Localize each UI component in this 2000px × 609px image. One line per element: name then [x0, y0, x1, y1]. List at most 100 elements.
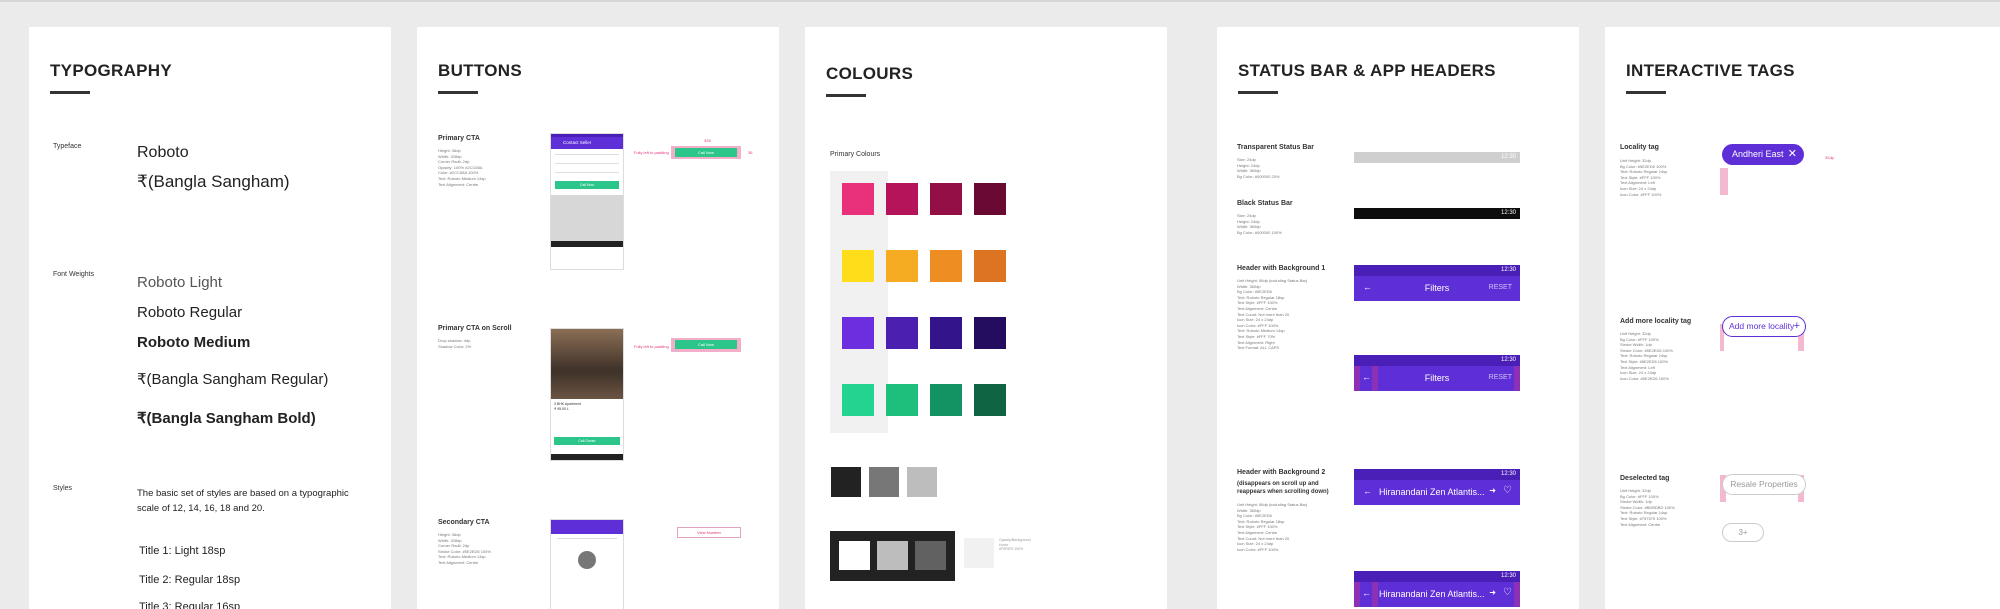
status-time: 12:30 [1354, 571, 1520, 582]
style-title-2: Title 2: Regular 18sp [139, 574, 241, 586]
styles-label: Styles [53, 485, 73, 492]
phone-mockup-scroll: 3 BHK Apartment ₹ 95.00 L Call Owner [550, 328, 624, 461]
primary-cta-label: Primary CTA [438, 135, 480, 142]
header-bg1-label: Header with Background 1 [1237, 265, 1326, 272]
plus-icon[interactable]: + [1794, 317, 1800, 336]
add-more-label: Add more locality tag [1620, 318, 1692, 325]
phone-mockup-secondary [550, 519, 624, 609]
title-underline [1626, 91, 1666, 94]
secondary-cta-specs: Height: 36dp Width: 328dp Corner Radii: … [438, 532, 491, 565]
add-more-text: Add more locality [1729, 321, 1795, 331]
reset-button[interactable]: RESET [1489, 284, 1512, 291]
contact-seller-header: Contact Seller [551, 137, 623, 149]
styles-description: The basic set of styles are based on a t… [137, 488, 349, 514]
weight-bangla-regular: ₹(Bangla Sangham Regular) [137, 371, 329, 388]
title-underline [50, 91, 90, 94]
spacing-marker [1720, 168, 1728, 195]
header-title: Hiranandani Zen Atlantis... [1379, 487, 1485, 497]
call-now-button[interactable]: Call Now [555, 181, 619, 189]
transparent-status-label: Transparent Status Bar [1237, 144, 1315, 151]
locality-tag[interactable]: Andheri East ✕ [1722, 144, 1804, 165]
colours-panel: COLOURS Primary Colours Opacity/Backgrou… [805, 27, 1167, 609]
typeface-roboto: Roboto [137, 144, 189, 161]
colour-swatch [930, 250, 962, 282]
panel-title: STATUS BAR & APP HEADERS [1238, 61, 1496, 80]
transparent-status-specs: Size: 24dp Height: 24dp Width: 360dp Bg … [1237, 157, 1280, 179]
close-icon[interactable]: ✕ [1788, 144, 1797, 165]
panel-title: BUTTONS [438, 61, 522, 80]
deselected-specs: Unit Height: 32dp Bg Color: #FFF 100% St… [1620, 488, 1675, 527]
title-underline [826, 94, 866, 97]
black-status-bar: 12:30 [1354, 208, 1520, 219]
call-owner-button[interactable]: Call Owner [554, 437, 620, 445]
panel-title: COLOURS [826, 64, 914, 83]
colour-swatch [842, 250, 874, 282]
locality-tag-label: Locality tag [1620, 144, 1659, 151]
view-number-spec-button[interactable]: View Number [677, 527, 741, 538]
white-on-dark-sample [830, 531, 955, 581]
colour-swatch [974, 183, 1006, 215]
listing-text: 3 BHK Apartment ₹ 95.00 L [554, 402, 582, 411]
heart-icon[interactable]: ♡ [1503, 587, 1512, 598]
weight-regular: Roboto Regular [137, 304, 243, 321]
buttons-panel: BUTTONS Primary CTA Height: 36dp Width: … [417, 27, 779, 609]
reset-button[interactable]: RESET [1489, 374, 1512, 381]
status-time: 12:30 [1354, 355, 1520, 366]
light-grey-swatch [964, 538, 994, 568]
title-underline [438, 91, 478, 94]
deselected-tag[interactable]: Resale Properties [1722, 474, 1806, 495]
style-title-3: Title 3: Regular 16sp [139, 601, 241, 609]
top-divider [0, 0, 2000, 2]
padding-note: Fully left to padding [634, 150, 669, 155]
status-time: 12:30 [1500, 154, 1516, 160]
title-underline [1238, 91, 1278, 94]
add-more-tag[interactable]: Add more locality + [1722, 316, 1806, 337]
call-now-spec-button[interactable]: Call Now [675, 148, 737, 157]
secondary-cta-label: Secondary CTA [438, 519, 490, 526]
typeface-label: Typeface [53, 143, 82, 150]
header-project-annotated: 12:30 ← Hiranandani Zen Atlantis... ➜ ♡ [1354, 571, 1520, 607]
panel-title: TYPOGRAPHY [50, 61, 173, 80]
grey-swatch [907, 467, 937, 497]
typography-panel: TYPOGRAPHY Typeface Roboto ₹(Bangla Sang… [29, 27, 391, 609]
colour-swatch [974, 317, 1006, 349]
interactive-tags-panel: INTERACTIVE TAGS Locality tag Unit Heigh… [1605, 27, 2000, 609]
typeface-bangla: ₹(Bangla Sangham) [137, 172, 290, 191]
grey-swatch [831, 467, 861, 497]
colour-swatch [974, 250, 1006, 282]
header-bg2-specs: Unit Height: 56dp (including Status Bar)… [1237, 502, 1308, 552]
colour-swatch [886, 384, 918, 416]
weights-label: Font Weights [53, 271, 95, 278]
back-arrow-icon[interactable]: ← [1363, 486, 1372, 496]
back-arrow-icon[interactable]: ← [1362, 588, 1371, 598]
panel-title: INTERACTIVE TAGS [1626, 61, 1795, 80]
header-project: 12:30 ← Hiranandani Zen Atlantis... ➜ ♡ [1354, 469, 1520, 505]
dim-label: 328 [704, 138, 711, 143]
dim-label: 36 [748, 150, 753, 155]
share-icon[interactable]: ➜ [1489, 486, 1496, 495]
black-status-specs: Size: 24dp Height: 24dp Width: 360dp Bg … [1237, 213, 1282, 235]
heart-icon[interactable]: ♡ [1503, 485, 1512, 496]
header-bg2-sublabel: (disappears on scroll up and reappears w… [1237, 481, 1329, 495]
header-bg1-specs: Unit Height: 56dp (including Status Bar)… [1237, 278, 1308, 351]
swatch-note: Opacity/Background Hover #F5F5F5 100% [999, 538, 1031, 551]
colour-swatch [842, 384, 874, 416]
weight-light: Roboto Light [137, 274, 223, 291]
grey-swatch [869, 467, 899, 497]
add-more-specs: Unit Height: 32dp Bg Color: #FFF 100% St… [1620, 331, 1673, 381]
colour-swatch [886, 183, 918, 215]
colour-swatch [974, 384, 1006, 416]
colour-swatch [842, 183, 874, 215]
colour-swatch [930, 183, 962, 215]
style-title-1: Title 1: Light 18sp [139, 545, 226, 557]
deselected-label: Deselected tag [1620, 475, 1670, 482]
primary-cta-scroll-label: Primary CTA on Scroll [438, 325, 512, 332]
locality-tag-specs: Unit Height: 32dp Bg Color: #5E2ED6 100%… [1620, 158, 1668, 197]
share-icon[interactable]: ➜ [1489, 588, 1496, 597]
count-tag[interactable]: 3+ [1722, 523, 1764, 542]
call-now-scroll-button[interactable]: Call Now [675, 340, 737, 349]
padding-note: Fully left to padding [634, 344, 669, 349]
status-time: 12:30 [1500, 210, 1516, 216]
primary-cta-specs: Height: 36dp Width: 328dp Corner Radii: … [438, 148, 486, 187]
primary-cta-scroll-specs: Drop shadow: 4dp Shadow Color: 2% [438, 338, 472, 349]
